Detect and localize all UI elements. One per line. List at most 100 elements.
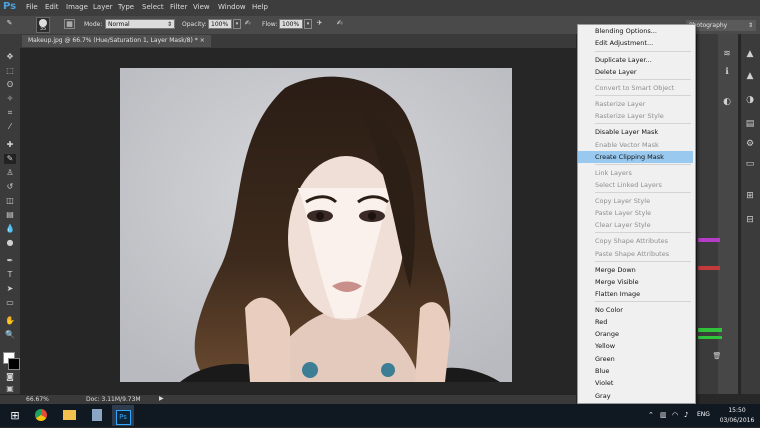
context-menu-item[interactable]: Violet	[578, 377, 693, 389]
brush-tool-icon[interactable]: ✎	[4, 154, 16, 164]
channels-icon[interactable]: ⚙	[743, 138, 757, 150]
brush-settings-icon[interactable]: ⊞	[743, 190, 757, 202]
menu-image[interactable]: Image	[66, 3, 88, 11]
menu-type[interactable]: Type	[118, 3, 134, 11]
context-menu-item[interactable]: Flatten Image	[578, 288, 693, 300]
history-brush-tool-icon[interactable]: ↺	[4, 182, 16, 192]
brush-tool-icon[interactable]: ✎	[4, 19, 15, 29]
menu-select[interactable]: Select	[142, 3, 164, 11]
mode-select[interactable]: Normal ⇕	[105, 19, 175, 29]
context-menu-item[interactable]: Red	[578, 316, 693, 328]
context-menu-item[interactable]: Blue	[578, 365, 693, 377]
pen-tool-icon[interactable]: ✒	[4, 256, 16, 266]
screen-mode-icon[interactable]: ▣	[4, 384, 16, 394]
eyedropper-tool-icon[interactable]: ⁄	[4, 122, 16, 132]
delete-icon[interactable]: 🗑	[710, 350, 724, 362]
opacity-field[interactable]: 100%	[208, 19, 232, 29]
clock-date[interactable]: 03/06/2016	[717, 417, 757, 424]
photoshop-taskbar-icon[interactable]: Ps	[112, 405, 134, 426]
start-button-icon[interactable]: ⊞	[4, 405, 26, 426]
blur-tool-icon[interactable]: 💧	[4, 224, 16, 234]
context-menu-item[interactable]: Edit Adjustment...	[578, 37, 693, 49]
menu-separator	[595, 232, 691, 233]
info-icon[interactable]: ℹ	[720, 66, 734, 78]
context-menu-item: Rasterize Layer	[595, 100, 646, 108]
zoom-tool-icon[interactable]: 🔍	[4, 330, 16, 340]
wifi-icon[interactable]: ◠	[672, 411, 678, 419]
histogram-icon[interactable]: ▲	[743, 70, 757, 82]
panel-icon-strip	[696, 34, 719, 394]
healing-brush-tool-icon[interactable]: ✚	[4, 140, 16, 150]
quick-mask-icon[interactable]: ◙	[4, 372, 16, 382]
chrome-icon[interactable]	[30, 405, 52, 426]
context-menu-item[interactable]: Merge Visible	[578, 276, 693, 288]
portrait-photo	[120, 68, 512, 382]
shape-tool-icon[interactable]: ▭	[4, 298, 16, 308]
type-tool-icon[interactable]: T	[4, 270, 16, 280]
context-menu-item[interactable]: Blending Options...	[578, 25, 693, 37]
layers-stack-icon[interactable]: ≋	[720, 48, 734, 60]
color-wheel-icon[interactable]: ◐	[720, 96, 734, 108]
context-menu-item: Paste Layer Style	[595, 209, 652, 217]
pressure-opacity-icon[interactable]: ✍	[242, 19, 253, 29]
document-image[interactable]	[120, 68, 512, 382]
hand-tool-icon[interactable]: ✋	[4, 316, 16, 326]
context-menu-item[interactable]: Duplicate Layer...	[578, 54, 693, 66]
background-color-swatch[interactable]	[8, 358, 20, 370]
menu-separator	[595, 164, 691, 165]
path-selection-tool-icon[interactable]: ➤	[4, 284, 16, 294]
menu-filter[interactable]: Filter	[170, 3, 187, 11]
context-menu-item[interactable]: Orange	[578, 328, 693, 340]
zoom-level[interactable]: 66.67%	[26, 396, 49, 403]
flow-dropdown-icon[interactable]: ▾	[304, 19, 312, 29]
status-menu-arrow-icon[interactable]: ▶	[159, 395, 164, 402]
gradient-tool-icon[interactable]: ▤	[4, 210, 16, 220]
calculator-icon[interactable]	[86, 405, 108, 426]
menu-file[interactable]: File	[26, 3, 38, 11]
adjustments-icon[interactable]: ◑	[743, 94, 757, 106]
menu-window[interactable]: Window	[218, 3, 246, 11]
volume-icon[interactable]: ♪	[684, 411, 688, 419]
paths-icon[interactable]: ▭	[743, 158, 757, 170]
marquee-tool-icon[interactable]: ⬚	[4, 66, 16, 76]
clock-time[interactable]: 15:50	[717, 407, 757, 414]
context-menu-item[interactable]: Gray	[578, 390, 693, 402]
context-menu-item[interactable]: Create Clipping Mask	[578, 151, 693, 163]
tray-arrow-icon[interactable]: ⌃	[648, 411, 654, 419]
network-icon[interactable]: ▥	[660, 411, 667, 419]
crop-tool-icon[interactable]: ⌗	[4, 108, 16, 118]
file-explorer-icon[interactable]	[58, 405, 80, 426]
menu-separator	[595, 123, 691, 124]
lasso-tool-icon[interactable]: ʘ	[4, 80, 16, 90]
context-menu-item[interactable]: Yellow	[578, 340, 693, 352]
quick-select-tool-icon[interactable]: ✧	[4, 94, 16, 104]
navigator-icon[interactable]: ▲	[743, 48, 757, 60]
workspace-switcher[interactable]: Photography ⇕	[686, 20, 756, 31]
menu-help[interactable]: Help	[252, 3, 268, 11]
menu-view[interactable]: View	[193, 3, 210, 11]
pressure-size-icon[interactable]: ✍	[334, 19, 345, 29]
properties-icon[interactable]: ⊟	[743, 214, 757, 226]
move-tool-icon[interactable]: ✥	[4, 52, 16, 62]
opacity-dropdown-icon[interactable]: ▾	[233, 19, 241, 29]
context-menu-item[interactable]: Delete Layer	[578, 66, 693, 78]
menu-layer[interactable]: Layer	[93, 3, 113, 11]
menu-separator	[595, 192, 691, 193]
flow-field[interactable]: 100%	[279, 19, 303, 29]
eraser-tool-icon[interactable]: ◫	[4, 196, 16, 206]
menu-separator	[595, 51, 691, 52]
context-menu-item[interactable]: Disable Layer Mask	[578, 126, 693, 138]
language-indicator[interactable]: ENG	[697, 411, 710, 418]
context-menu-item[interactable]: Merge Down	[578, 264, 693, 276]
brush-panel-icon[interactable]: ▦	[64, 19, 75, 29]
airbrush-icon[interactable]: ✈	[314, 19, 325, 29]
dodge-tool-icon[interactable]: ●	[4, 238, 16, 248]
menu-edit[interactable]: Edit	[45, 3, 59, 11]
context-menu-item[interactable]: No Color	[578, 304, 693, 316]
close-icon[interactable]: ×	[200, 37, 205, 44]
context-menu-item[interactable]: Green	[578, 353, 693, 365]
clone-stamp-tool-icon[interactable]: ♙	[4, 168, 16, 178]
brush-preset-picker[interactable]: 35	[36, 17, 50, 33]
layers-panel-icon[interactable]: ▤	[743, 118, 757, 130]
document-tab[interactable]: Makeup.jpg @ 66.7% (Hue/Saturation 1, La…	[22, 35, 211, 47]
